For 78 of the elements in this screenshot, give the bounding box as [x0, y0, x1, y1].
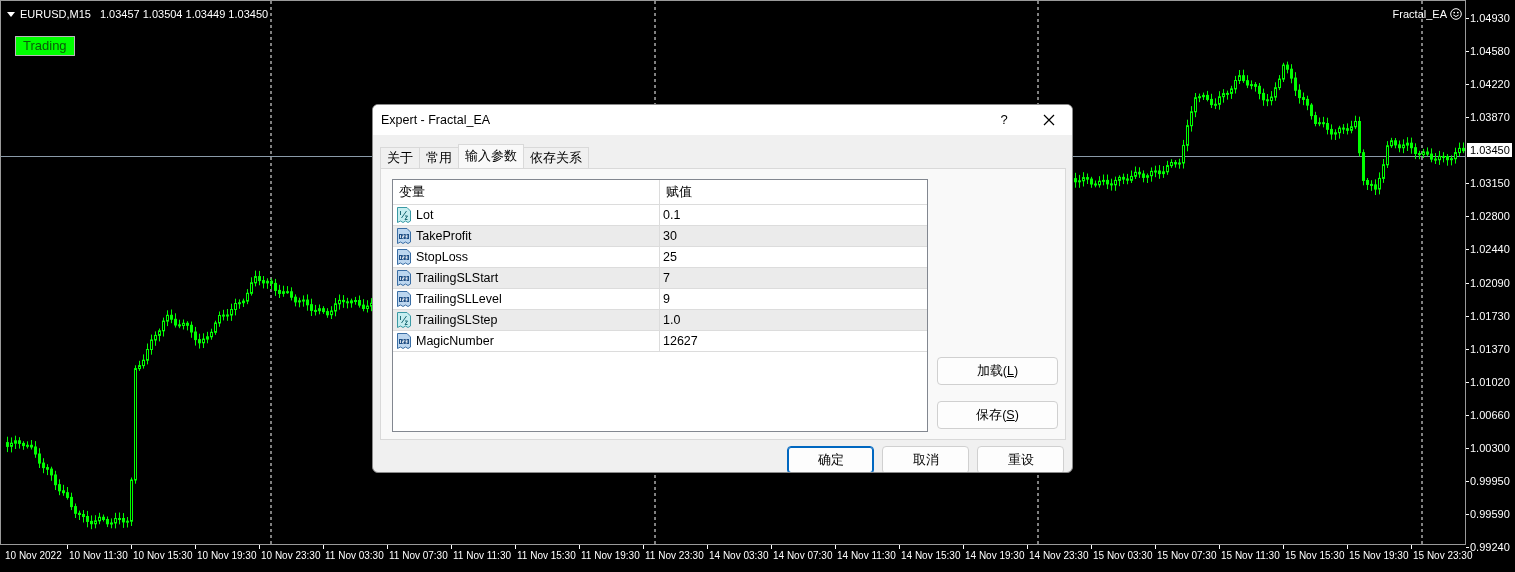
integer-parameter-icon: [396, 270, 412, 286]
parameter-value: 25: [662, 248, 677, 266]
fraction-parameter-icon: [396, 207, 412, 223]
parameter-name: TrailingSLStep: [416, 311, 498, 329]
close-icon: [1043, 114, 1055, 126]
parameter-name: TakeProfit: [416, 227, 472, 245]
tab[interactable]: 关于: [380, 147, 420, 168]
current-price-tag: 1.03450: [1467, 143, 1512, 158]
integer-parameter-icon: [396, 249, 412, 265]
price-label: 1.01730: [1466, 308, 1515, 323]
side-button[interactable]: 加载(L): [937, 357, 1058, 385]
price-label: 1.03150: [1466, 176, 1515, 191]
dialog-button[interactable]: 重设: [977, 446, 1064, 472]
status-badge: Trading: [15, 36, 75, 56]
dropdown-triangle-icon: [7, 11, 15, 17]
parameter-name: Lot: [416, 206, 434, 224]
time-label: 10 Nov 11:30: [69, 545, 133, 572]
time-label: 14 Nov 15:30: [901, 545, 965, 572]
parameter-value: 12627: [662, 332, 698, 350]
integer-parameter-icon: [396, 291, 412, 307]
time-label: 15 Nov 07:30: [1157, 545, 1221, 572]
price-label: 1.02440: [1466, 242, 1515, 257]
time-label: 10 Nov 19:30: [197, 545, 261, 572]
column-header: 变量: [399, 183, 425, 201]
time-label: 11 Nov 11:30: [453, 545, 517, 572]
price-label: 1.04930: [1466, 11, 1515, 25]
help-button[interactable]: ?: [982, 105, 1026, 135]
time-label: 14 Nov 11:30: [837, 545, 901, 572]
time-label: 10 Nov 23:30: [261, 545, 325, 572]
time-label: 11 Nov 19:30: [581, 545, 645, 572]
time-label: 15 Nov 03:30: [1093, 545, 1157, 572]
parameter-name: StopLoss: [416, 248, 469, 266]
parameter-value: 9: [662, 290, 670, 308]
price-label: 1.03870: [1466, 110, 1515, 125]
symbol-label: EURUSD,M15: [20, 7, 91, 22]
time-label: 11 Nov 07:30: [389, 545, 453, 572]
smiley-icon: [1450, 8, 1462, 21]
time-label: 11 Nov 15:30: [517, 545, 581, 572]
fraction-parameter-icon: [396, 312, 412, 328]
time-label: 10 Nov 15:30: [133, 545, 197, 572]
parameter-name: TrailingSLLevel: [416, 290, 502, 308]
time-label: 14 Nov 23:30: [1029, 545, 1093, 572]
window-title: Expert - Fractal_EA: [381, 111, 491, 129]
parameter-value: 1.0: [662, 311, 681, 329]
parameter-value: 30: [662, 227, 677, 245]
price-label: 1.00660: [1466, 407, 1515, 422]
price-label: 0.99590: [1466, 506, 1515, 521]
expert-name: Fractal_EA: [1392, 7, 1447, 22]
time-label: 15 Nov 15:30: [1285, 545, 1349, 572]
time-label: 10 Nov 2022: [5, 549, 63, 563]
price-label: 1.00300: [1466, 440, 1515, 455]
price-label: 1.02090: [1466, 275, 1515, 290]
parameter-name: TrailingSLStart: [416, 269, 499, 287]
time-label: 14 Nov 03:30: [709, 545, 773, 572]
time-label: 15 Nov 19:30: [1349, 545, 1413, 572]
price-label: 0.99950: [1466, 473, 1515, 488]
time-label: 11 Nov 23:30: [645, 545, 709, 572]
tab[interactable]: 依存关系: [523, 147, 589, 168]
side-button[interactable]: 保存(S): [937, 401, 1058, 429]
time-label: 15 Nov 11:30: [1221, 545, 1285, 572]
price-label: 1.01370: [1466, 341, 1515, 356]
price-label: 1.01020: [1466, 374, 1515, 389]
price-label: 1.02800: [1466, 209, 1515, 224]
integer-parameter-icon: [396, 333, 412, 349]
time-label: 14 Nov 07:30: [773, 545, 837, 572]
dialog-button[interactable]: 取消: [882, 446, 969, 472]
time-label: 11 Nov 03:30: [325, 545, 389, 572]
tab[interactable]: 输入参数: [458, 144, 524, 168]
column-header: 赋值: [665, 183, 692, 201]
price-label: 1.04580: [1466, 44, 1515, 59]
price-readout: 1.03457 1.03504 1.03449 1.03450: [99, 7, 269, 22]
parameter-name: MagicNumber: [416, 332, 494, 350]
dialog-button[interactable]: 确定: [787, 446, 874, 472]
time-label: 14 Nov 19:30: [965, 545, 1029, 572]
parameter-value: 7: [662, 269, 670, 287]
integer-parameter-icon: [396, 228, 412, 244]
price-label: 1.04220: [1466, 77, 1515, 92]
parameter-value: 0.1: [662, 206, 681, 224]
